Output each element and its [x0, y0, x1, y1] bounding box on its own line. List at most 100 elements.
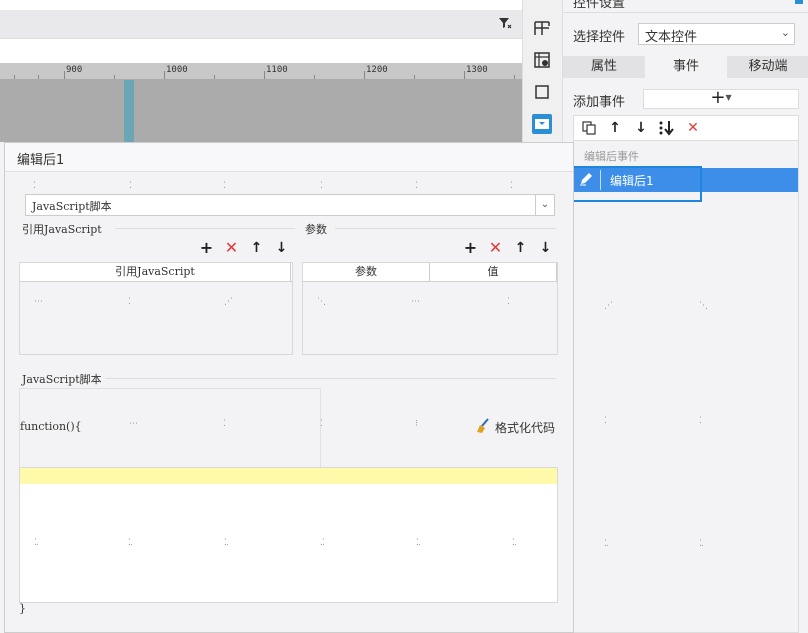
- divider: [115, 228, 295, 229]
- event-toolbar: ↑ ↓ ✕: [573, 115, 799, 140]
- active-line-highlight: [20, 468, 557, 484]
- horizontal-ruler: 900 1000 1100 1200 1300: [0, 63, 522, 80]
- dot-grid: ⋯: [34, 297, 43, 307]
- ruler-label: 1300: [466, 65, 488, 75]
- column-header: 引用JavaScript: [20, 263, 291, 281]
- dialog-title: 编辑后1: [17, 153, 65, 168]
- delete-icon[interactable]: ✕: [488, 238, 503, 257]
- ruler-tick: [514, 75, 515, 79]
- tab-mobile[interactable]: 移动端: [727, 56, 808, 78]
- ruler-tick: [264, 71, 265, 79]
- ruler-tick: [364, 71, 365, 79]
- dot-grid: ⁚.: [416, 538, 421, 548]
- ref-js-toolbar: + ✕ ↑ ↓: [199, 238, 289, 257]
- dot-grid: ⁚: [128, 297, 131, 307]
- add-icon[interactable]: +: [199, 238, 214, 257]
- frame-icon[interactable]: [532, 82, 552, 102]
- tab-properties[interactable]: 属性: [563, 56, 645, 78]
- add-event-label: 添加事件: [573, 95, 626, 110]
- chevron-down-icon[interactable]: ⌄: [781, 26, 790, 39]
- divider: [335, 228, 556, 229]
- column-header: 值: [430, 263, 557, 281]
- caret-down-icon: ▼: [725, 93, 732, 102]
- add-icon[interactable]: +: [463, 238, 478, 257]
- widget-settings-icon[interactable]: [532, 50, 552, 70]
- ruler-tick: [414, 75, 415, 79]
- dot-grid: ⁚: [223, 181, 226, 191]
- script-type-select[interactable]: JavaScript脚本 ⌄: [25, 194, 555, 216]
- format-code-label: 格式化代码: [495, 421, 556, 435]
- delete-icon[interactable]: ✕: [224, 238, 239, 257]
- dot-grid: ⋯: [411, 297, 420, 307]
- delete-icon[interactable]: ✕: [684, 119, 702, 137]
- divider: [105, 378, 556, 379]
- params-label: 参数: [305, 223, 327, 236]
- dot-grid: ⁚: [415, 181, 418, 191]
- format-code-button[interactable]: 格式化代码: [475, 418, 555, 437]
- widget-select[interactable]: 文本控件 ⌄: [638, 23, 795, 45]
- dot-grid: ⁚: [604, 416, 607, 426]
- table-header: 引用JavaScript: [20, 263, 292, 282]
- chevron-down-icon[interactable]: ⌄: [535, 195, 554, 215]
- event-item-label: 编辑后1: [610, 174, 654, 188]
- dot-grid: ⁚: [510, 181, 513, 191]
- filter-icon[interactable]: [498, 16, 512, 30]
- move-up-icon[interactable]: ↑: [249, 240, 264, 256]
- ruler-label: 1000: [166, 65, 188, 75]
- ruler-label: 1100: [266, 65, 288, 75]
- dot-grid: ⁚.: [128, 538, 133, 548]
- widget-select-value: 文本控件: [645, 30, 698, 45]
- event-list: 编辑后事件 编辑后1 ⋰ ⋱ ⁚ ⁚ ⁚. ⁚.: [572, 140, 799, 633]
- selected-widget-marker[interactable]: [124, 80, 134, 142]
- ruler-tick: [314, 75, 315, 79]
- script-type-value: JavaScript脚本: [32, 200, 112, 213]
- edit-event-dialog: 编辑后1 ⁚ ⁚ ⁚ ⁚ ⁚ ⁚ JavaScript脚本 ⌄ 引用JavaSc…: [4, 142, 574, 633]
- move-down-icon[interactable]: ↓: [274, 240, 289, 256]
- move-down-icon[interactable]: ↓: [632, 119, 650, 137]
- js-script-label: JavaScript脚本: [22, 373, 102, 386]
- move-up-icon[interactable]: ↑: [513, 240, 528, 256]
- dot-grid: ⁚: [507, 297, 510, 307]
- design-canvas[interactable]: [0, 80, 522, 142]
- copy-icon[interactable]: [580, 119, 598, 137]
- designer-top-strip: [0, 0, 522, 10]
- ref-js-table: 引用JavaScript ⋯ ⁚ ⋰: [19, 262, 293, 355]
- dot-grid: ⁚: [699, 416, 702, 426]
- dot-grid: ⁚: [320, 181, 323, 191]
- dot-grid: .⁚: [320, 538, 325, 548]
- table-header: 参数 值: [303, 263, 557, 282]
- dot-grid: ⋱: [317, 297, 326, 307]
- add-event-button[interactable]: +▼: [643, 89, 799, 109]
- panel-title: 控件设置: [573, 0, 626, 11]
- event-item[interactable]: 编辑后1: [572, 168, 798, 192]
- pencil-icon[interactable]: [578, 171, 596, 189]
- vertical-toolbar: [522, 0, 561, 142]
- ruler-tick: [214, 75, 215, 79]
- broom-icon: [475, 418, 491, 437]
- params-table: 参数 值 ⋱ ⋯ ⁚: [302, 262, 558, 355]
- divider: [563, 12, 808, 13]
- move-up-icon[interactable]: ↑: [606, 119, 624, 137]
- code-editor[interactable]: ⁚. ⁚. ⁚. .⁚ ⁚. ⁚.: [19, 467, 558, 603]
- dot-grid: ⁚.: [34, 538, 39, 548]
- dot-grid: ⋰: [604, 301, 613, 311]
- dot-grid: ⋱: [699, 301, 708, 311]
- move-down-icon[interactable]: ↓: [538, 240, 553, 256]
- column-header: 参数: [303, 263, 430, 281]
- ruler-tick: [38, 75, 39, 79]
- panel-edit-icon[interactable]: [795, 0, 803, 4]
- add-event-plus: +: [710, 87, 726, 108]
- tab-events[interactable]: 事件: [645, 56, 727, 78]
- event-group-label: 编辑后事件: [584, 150, 639, 163]
- dropdown-widget-icon[interactable]: [532, 114, 552, 134]
- dot-grid: ⁝: [415, 419, 418, 429]
- dot-grid: ⋯: [129, 419, 138, 429]
- ruler-tick: [164, 71, 165, 79]
- ref-js-label: 引用JavaScript: [22, 223, 102, 236]
- dot-grid: ⁚: [320, 419, 323, 429]
- select-widget-label: 选择控件: [573, 30, 626, 45]
- table-layout-icon[interactable]: [532, 18, 552, 38]
- dot-grid: ⁚.: [604, 539, 609, 549]
- ruler-tick: [14, 75, 15, 79]
- move-bottom-icon[interactable]: [658, 119, 676, 137]
